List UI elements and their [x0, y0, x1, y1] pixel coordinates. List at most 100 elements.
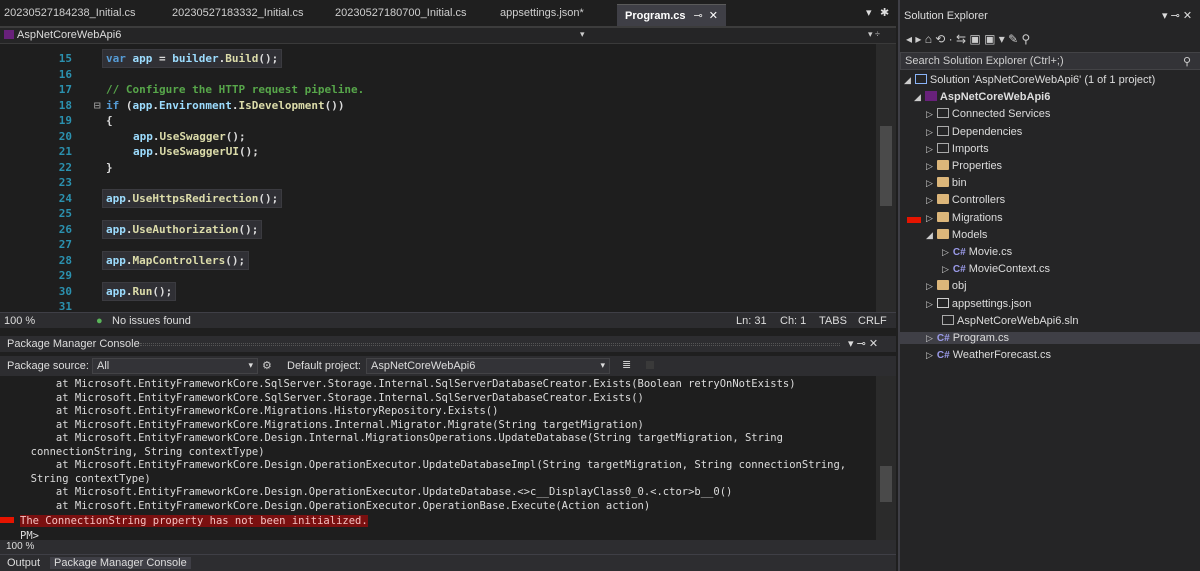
folder-icon: [936, 160, 949, 170]
expand-arrow-icon[interactable]: ▷: [926, 144, 933, 154]
check-icon: ●: [96, 315, 103, 327]
expand-arrow-icon[interactable]: ▷: [926, 109, 933, 119]
scrollbar-thumb[interactable]: [880, 126, 892, 206]
console-prompt[interactable]: PM>: [20, 530, 39, 541]
expand-arrow-icon[interactable]: ▷: [926, 161, 933, 171]
tree-item-migrations-folder[interactable]: ▷ Migrations: [926, 211, 1003, 224]
expanded-arrow-icon[interactable]: ◢: [926, 230, 933, 240]
tree-item-solution-node[interactable]: ◢ Solution 'AspNetCoreWebApi6' (1 of 1 pr…: [904, 74, 1155, 86]
tree-item-controllers-folder[interactable]: ▷ Controllers: [926, 194, 1005, 206]
expand-arrow-icon[interactable]: ▷: [942, 247, 949, 257]
tree-item-movie-cs-file[interactable]: ▷ C# Movie.cs: [942, 246, 1012, 258]
tab-package-manager-console[interactable]: Package Manager Console: [50, 557, 191, 569]
code-line[interactable]: app.UseSwagger();: [133, 130, 246, 143]
clear-console-icon[interactable]: ≣: [622, 358, 631, 371]
console-line: at Microsoft.EntityFrameworkCore.SqlServ…: [18, 378, 796, 390]
tab-program-cs[interactable]: Program.cs ⊸ ✕: [617, 4, 726, 26]
tree-item-label: Connected Services: [951, 108, 1051, 121]
toolbar-icons[interactable]: ◂ ▸ ⌂ ⟲ · ⇆ ▣ ▣ ▾ ✎ ⚲: [906, 32, 1030, 46]
gear-icon[interactable]: ✱: [880, 6, 889, 19]
settings-icon[interactable]: ⚙: [262, 359, 272, 372]
expand-arrow-icon[interactable]: ▷: [926, 281, 933, 291]
pmc-console-output[interactable]: at Microsoft.EntityFrameworkCore.SqlServ…: [0, 376, 876, 540]
code-line[interactable]: }: [106, 161, 113, 174]
tab-migration-184238[interactable]: 20230527184238_Initial.cs: [4, 7, 136, 23]
project-dropdown[interactable]: AspNetCoreWebApi6: [4, 29, 121, 41]
code-line[interactable]: app.Run();: [102, 281, 177, 301]
solution-icon: [914, 74, 927, 84]
search-icon[interactable]: ⚲: [1183, 55, 1191, 68]
scrollbar-thumb[interactable]: [880, 466, 892, 502]
expand-arrow-icon[interactable]: ▷: [926, 127, 933, 137]
console-line: String contextType): [18, 472, 151, 485]
issues-status[interactable]: No issues found: [112, 315, 191, 327]
expand-arrow-icon[interactable]: ▷: [926, 333, 933, 343]
code-line[interactable]: if (app.Environment.IsDevelopment()): [106, 99, 344, 112]
tree-item-connected-services-node[interactable]: ▷ Connected Services: [926, 108, 1050, 120]
tree-item-dependencies-node[interactable]: ▷ Dependencies: [926, 125, 1022, 138]
console-scrollbar[interactable]: [876, 376, 896, 540]
solution-search-input[interactable]: Search Solution Explorer (Ctrl+;) ⚲: [900, 52, 1200, 70]
file-icon: [942, 314, 954, 325]
pin-icon[interactable]: ⊸: [694, 10, 703, 22]
expanded-arrow-icon[interactable]: ◢: [914, 92, 921, 102]
close-icon[interactable]: ✕: [709, 10, 718, 22]
console-zoom-level[interactable]: 100 %: [6, 541, 34, 552]
default-project-dropdown[interactable]: AspNetCoreWebApi6 ▾: [366, 358, 610, 374]
solution-explorer-panel: Solution Explorer ▾ ⊸ ✕ ◂ ▸ ⌂ ⟲ · ⇆ ▣ ▣ …: [898, 0, 1200, 571]
tree-item-properties-folder[interactable]: ▷ Properties: [926, 160, 1002, 172]
tab-output[interactable]: Output: [7, 557, 40, 569]
editor-scrollbar[interactable]: [876, 44, 896, 312]
code-editor[interactable]: 15 var app = builder.Build(); 16 17 // Confi…: [0, 44, 876, 312]
tree-item-appsettings-json-file[interactable]: ▷ appsettings.json: [926, 297, 1032, 310]
code-line[interactable]: app.UseSwaggerUI();: [133, 145, 259, 158]
tab-migration-183332[interactable]: 20230527183332_Initial.cs: [172, 7, 304, 23]
tree-item-sln-file[interactable]: AspNetCoreWebApi6.sln: [938, 314, 1078, 327]
tree-item-moviecontext-cs-file[interactable]: ▷ C# MovieContext.cs: [942, 263, 1050, 275]
code-line[interactable]: {: [106, 114, 113, 127]
code-line[interactable]: // Configure the HTTP request pipeline.: [106, 83, 364, 96]
csharp-file-icon: C#: [952, 264, 966, 276]
tree-item-label: WeatherForecast.cs: [952, 349, 1051, 362]
expand-arrow-icon[interactable]: ▷: [926, 213, 933, 223]
pmc-title: Package Manager Console: [7, 338, 140, 350]
code-line[interactable]: app.UseAuthorization();: [102, 219, 263, 239]
package-source-dropdown[interactable]: All ▾: [92, 358, 258, 374]
line-number: 24: [58, 191, 72, 205]
stop-icon[interactable]: [646, 361, 654, 369]
expand-arrow-icon[interactable]: ▷: [926, 350, 933, 360]
line-number: 26: [58, 222, 72, 236]
console-line: at Microsoft.EntityFrameworkCore.Design.…: [18, 486, 733, 498]
chevron-down-icon[interactable]: ▾ ÷: [868, 29, 880, 40]
tree-item-program-cs-file[interactable]: ▷ C# Program.cs: [900, 332, 1200, 344]
window-controls-icon[interactable]: ▾ ⊸ ✕: [1162, 9, 1192, 22]
tab-migration-180700[interactable]: 20230527180700_Initial.cs: [335, 7, 467, 23]
chevron-down-icon: ▾: [600, 360, 605, 370]
expand-arrow-icon[interactable]: ▷: [926, 178, 933, 188]
tree-item-project-node[interactable]: ◢ AspNetCoreWebApi6: [914, 91, 1050, 103]
tabs-mode[interactable]: TABS: [819, 315, 847, 327]
line-ending[interactable]: CRLF: [858, 315, 887, 327]
collapse-icon[interactable]: ⊟: [94, 99, 101, 112]
tab-appsettings[interactable]: appsettings.json*: [500, 7, 584, 23]
code-line[interactable]: app.UseHttpsRedirection();: [102, 188, 283, 208]
zoom-level[interactable]: 100 %: [4, 315, 35, 327]
pmc-toolbar: Package source: All ▾ ⚙ Default project: …: [0, 356, 896, 376]
code-line[interactable]: app.MapControllers();: [102, 250, 250, 270]
tree-item-weatherforecast-cs-file[interactable]: ▷ C# WeatherForecast.cs: [926, 349, 1051, 361]
chevron-down-icon[interactable]: ▾: [580, 29, 585, 40]
tab-overflow-chevron-icon[interactable]: ▾: [866, 6, 872, 19]
tree-item-imports-node[interactable]: ▷ Imports: [926, 142, 989, 155]
tree-item-obj-folder[interactable]: ▷ obj: [926, 280, 967, 292]
line-number: 30: [58, 284, 72, 298]
dep-icon: [936, 125, 949, 136]
code-line[interactable]: var app = builder.Build();: [102, 49, 283, 68]
expand-arrow-icon[interactable]: ▷: [926, 195, 933, 205]
tree-item-models-folder[interactable]: ◢ Models: [926, 228, 987, 241]
tree-item-label: appsettings.json: [951, 297, 1032, 310]
expanded-arrow-icon[interactable]: ◢: [904, 75, 911, 85]
pin-icon[interactable]: ▾ ⊸ ✕: [848, 337, 878, 350]
tree-item-bin-folder[interactable]: ▷ bin: [926, 177, 967, 189]
expand-arrow-icon[interactable]: ▷: [926, 299, 933, 309]
expand-arrow-icon[interactable]: ▷: [942, 264, 949, 274]
